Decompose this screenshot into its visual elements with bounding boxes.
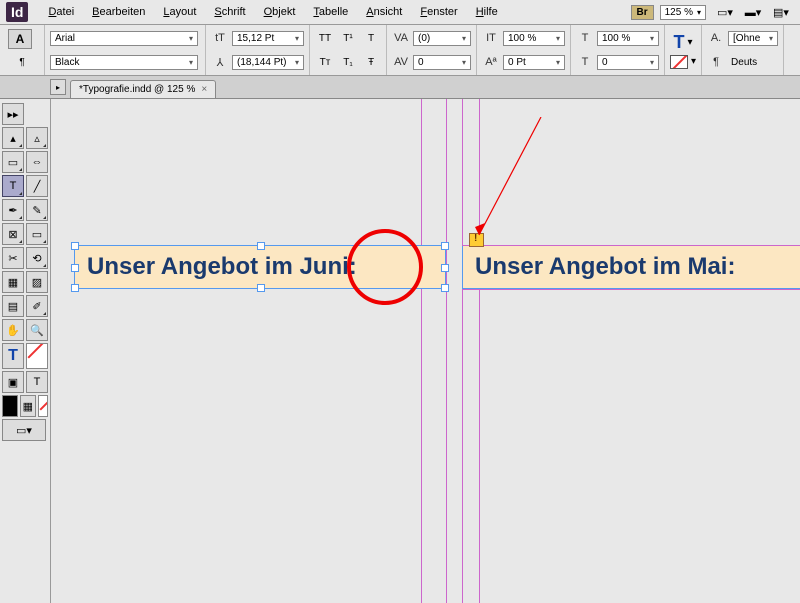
canvas[interactable]: Unser Angebot im Juni: Unser Angebot im …	[51, 99, 800, 603]
font-select[interactable]: Arial	[50, 31, 198, 46]
menu-datei[interactable]: Datei	[40, 3, 82, 21]
stroke-swatch[interactable]	[670, 55, 688, 69]
vscale-icon: IT	[482, 30, 500, 46]
leading-select[interactable]: (18,144 Pt)	[232, 55, 304, 70]
gap-tool[interactable]: ⇔	[26, 151, 48, 173]
tool-panel: ▸▸ ▴ ▵ ▭ ⇔ T ╱ ✒ ✎ ⊠ ▭ ✂ ⟲ ▦ ▨ ▤	[0, 99, 51, 603]
pilcrow-icon: ¶	[707, 54, 725, 70]
vscale-select[interactable]: 100 %	[503, 31, 565, 46]
text-frame-right[interactable]: Unser Angebot im Mai:	[462, 245, 800, 289]
screen-mode-icon[interactable]: ▬▾	[741, 2, 765, 22]
tabbar: ▸ *Typografie.indd @ 125 % ×	[0, 76, 800, 99]
guide-v[interactable]	[446, 99, 447, 603]
superscript-button[interactable]: T¹	[338, 29, 358, 47]
document-tab[interactable]: *Typografie.indd @ 125 % ×	[70, 80, 216, 98]
menu-ansicht[interactable]: Ansicht	[358, 3, 410, 21]
stroke-dropdown-icon[interactable]: ▾	[691, 56, 696, 67]
leading-icon: ⅄	[211, 54, 229, 70]
weight-select[interactable]: Black	[50, 55, 198, 70]
para-mode-icon[interactable]: ¶	[12, 54, 32, 72]
kerning-select[interactable]: (0)	[413, 31, 471, 46]
stroke-proxy[interactable]	[26, 343, 48, 369]
charstyle-icon: A.	[707, 30, 725, 46]
fill-dropdown-icon[interactable]: ▾	[688, 37, 693, 48]
menu-hilfe[interactable]: Hilfe	[468, 3, 506, 21]
hand-tool[interactable]: ✋	[2, 319, 24, 341]
zoom-select[interactable]: 125 %	[660, 5, 706, 20]
apply-container-icon[interactable]: ▣	[2, 371, 24, 393]
direct-select-tool[interactable]: ▵	[26, 127, 48, 149]
tracking-icon: AV	[392, 54, 410, 70]
control-bar: A ¶ Arial Black tT15,12 Pt ⅄(18,144 Pt) …	[0, 25, 800, 76]
guide-h[interactable]	[462, 289, 800, 290]
hscale-select[interactable]: 100 %	[597, 31, 659, 46]
apply-text-icon[interactable]: T	[26, 371, 48, 393]
transform-tool[interactable]: ⟲	[26, 247, 48, 269]
baseline-icon: Aª	[482, 54, 500, 70]
expand-icon[interactable]: ▸▸	[2, 103, 24, 125]
apply-gradient-icon[interactable]: ▦	[20, 395, 36, 417]
underline-button[interactable]: T	[361, 29, 381, 47]
zoom-tool[interactable]: 🔍	[26, 319, 48, 341]
kerning-icon: VA	[392, 30, 410, 46]
annotation-arrow	[471, 117, 551, 247]
menu-layout[interactable]: Layout	[155, 3, 204, 21]
page-tool[interactable]: ▭	[2, 151, 24, 173]
pencil-tool[interactable]: ✎	[26, 199, 48, 221]
view-mode-icon[interactable]: ▭▾	[713, 2, 737, 22]
hscale-icon: T	[576, 30, 594, 46]
apply-none-icon[interactable]	[38, 395, 48, 417]
app-logo: Id	[6, 2, 28, 22]
menu-fenster[interactable]: Fenster	[412, 3, 465, 21]
pen-tool[interactable]: ✒	[2, 199, 24, 221]
char-style-select[interactable]: [Ohne	[728, 31, 778, 46]
guide-v[interactable]	[421, 99, 422, 603]
gradient-feather-tool[interactable]: ▨	[26, 271, 48, 293]
text-right: Unser Angebot im Mai:	[475, 253, 735, 281]
skew-icon: T	[576, 54, 594, 70]
eyedropper-tool[interactable]: ✐	[26, 295, 48, 317]
arrange-icon[interactable]: ▤▾	[769, 2, 793, 22]
tracking-select[interactable]: 0	[413, 55, 471, 70]
baseline-select[interactable]: 0 Pt	[503, 55, 565, 70]
tab-title: *Typografie.indd @ 125 %	[79, 84, 195, 95]
text-left: Unser Angebot im Juni:	[87, 253, 357, 281]
strike-button[interactable]: Ŧ	[361, 53, 381, 71]
smallcaps-button[interactable]: Tт	[315, 53, 335, 71]
subscript-button[interactable]: T₁	[338, 53, 358, 71]
line-tool[interactable]: ╱	[26, 175, 48, 197]
menubar: Id Datei Bearbeiten Layout Schrift Objek…	[0, 0, 800, 25]
view-mode-tool[interactable]: ▭▾	[2, 419, 46, 441]
gradient-tool[interactable]: ▦	[2, 271, 24, 293]
rect-frame-tool[interactable]: ⊠	[2, 223, 24, 245]
allcaps-button[interactable]: TT	[315, 29, 335, 47]
menu-objekt[interactable]: Objekt	[256, 3, 304, 21]
char-mode-icon[interactable]: A	[8, 29, 32, 49]
scissors-tool[interactable]: ✂	[2, 247, 24, 269]
skew-select[interactable]: 0	[597, 55, 659, 70]
type-tool[interactable]: T	[2, 175, 24, 197]
selection-tool[interactable]: ▴	[2, 127, 24, 149]
fill-proxy-icon[interactable]: T	[674, 32, 685, 53]
annotation-circle	[347, 229, 423, 305]
tab-scroll-icon[interactable]: ▸	[50, 79, 66, 95]
lang-label: Deuts	[728, 56, 760, 69]
note-tool[interactable]: ▤	[2, 295, 24, 317]
bridge-button[interactable]: Br	[631, 5, 654, 20]
close-tab-icon[interactable]: ×	[201, 84, 207, 95]
menu-schrift[interactable]: Schrift	[206, 3, 253, 21]
menu-bearbeiten[interactable]: Bearbeiten	[84, 3, 153, 21]
guide-spine[interactable]	[462, 99, 463, 603]
apply-color-icon[interactable]	[2, 395, 18, 417]
fill-proxy[interactable]: T	[2, 343, 24, 369]
rect-tool[interactable]: ▭	[26, 223, 48, 245]
font-size-select[interactable]: 15,12 Pt	[232, 31, 304, 46]
menu-tabelle[interactable]: Tabelle	[305, 3, 356, 21]
font-size-icon: tT	[211, 30, 229, 46]
